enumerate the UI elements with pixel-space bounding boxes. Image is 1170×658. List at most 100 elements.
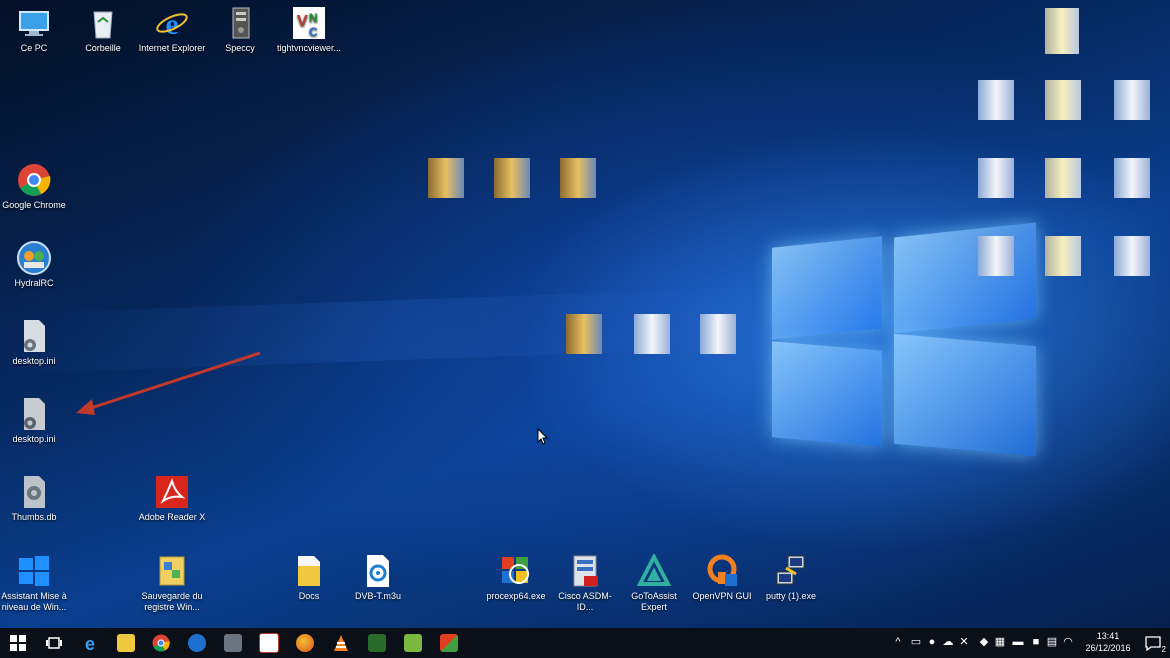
windows-logo-icon (17, 554, 51, 588)
settings-file-icon (17, 397, 51, 431)
registry-icon (155, 554, 189, 588)
start-button[interactable] (0, 628, 36, 658)
desktop[interactable]: Ce PC Corbeille e Internet Explorer Spec… (0, 0, 1170, 628)
taskbar-teamviewer[interactable] (179, 628, 215, 658)
mouse-cursor-icon (537, 428, 549, 445)
taskbar-app-1[interactable] (215, 628, 251, 658)
notification-icon (1145, 636, 1161, 651)
icon-label: putty (1).exe (765, 591, 817, 601)
taskbar-app-3[interactable] (431, 628, 467, 658)
red-arrow-annotation (76, 351, 261, 415)
desktop-icon-desktop-ini-2[interactable]: desktop.ini (0, 397, 68, 445)
chrome-tray-icon[interactable]: ● (926, 636, 938, 648)
task-view-icon (46, 637, 62, 649)
desktop-icon-speccy[interactable]: Speccy (206, 6, 274, 54)
vnc-icon (259, 633, 279, 653)
adobe-reader-icon (155, 475, 189, 509)
app-icon (440, 634, 458, 652)
desktop-icon-docs[interactable]: Docs (275, 554, 343, 602)
taskbar-vlc[interactable] (323, 628, 359, 658)
icon-label: desktop.ini (12, 356, 56, 366)
clock-time: 13:41 (1096, 631, 1120, 641)
icon-label: desktop.ini (12, 434, 56, 444)
svg-text:C: C (309, 25, 318, 39)
hydralrc-icon (17, 241, 51, 275)
desktop-icon-desktop-ini-1[interactable]: desktop.ini (0, 319, 68, 367)
app-icon (368, 634, 386, 652)
settings-file-icon (17, 475, 51, 509)
desktop-icon-gotoassist[interactable]: GoToAssist Expert (620, 552, 688, 613)
chevron-up-icon[interactable]: ^ (892, 636, 904, 648)
desktop-icon-tightvnc[interactable]: VNC tightvncviewer... (275, 6, 343, 54)
folder-icon (292, 554, 326, 588)
network-icon[interactable]: ▦ (994, 636, 1006, 648)
desktop-icon-corbeille[interactable]: Corbeille (69, 6, 137, 54)
vnc-icon: VNC (292, 6, 326, 40)
desktop-icon-google-chrome[interactable]: Google Chrome (0, 163, 68, 211)
icon-label: Ce PC (20, 43, 48, 53)
svg-text:e: e (165, 8, 178, 40)
desktop-icon-thumbs-db[interactable]: Thumbs.db (0, 475, 68, 523)
desktop-icon-putty[interactable]: putty (1).exe (757, 554, 825, 602)
clock-date: 26/12/2016 (1085, 643, 1131, 653)
chrome-icon (17, 163, 51, 197)
app-tray-icon[interactable]: ■ (1030, 636, 1042, 648)
taskbar-app-2[interactable] (359, 628, 395, 658)
settings-file-icon (17, 319, 51, 353)
icon-label: tightvncviewer... (276, 43, 342, 53)
internet-explorer-icon: e (155, 6, 189, 41)
desktop-icon-procexp[interactable]: procexp64.exe (482, 554, 550, 602)
icon-label: GoToAssist Expert (631, 591, 677, 612)
icon-label: Docs (298, 591, 320, 601)
openvpn-icon (705, 554, 739, 588)
chart-tray-icon[interactable]: ▤ (1046, 636, 1058, 648)
cisco-asdm-icon (568, 554, 602, 588)
icon-label: Sauvegarde du registre Win... (141, 591, 203, 612)
icon-label: Cisco ASDM-ID... (558, 591, 612, 612)
taskbar-edge[interactable]: e (72, 628, 108, 658)
onedrive-icon[interactable]: ☁ (942, 636, 954, 648)
vlc-icon (334, 635, 348, 651)
process-explorer-icon (499, 554, 533, 588)
teamviewer-icon (188, 634, 206, 652)
volume-muted-icon[interactable]: ✕ (958, 636, 970, 648)
chrome-icon (152, 634, 170, 652)
icon-label: Google Chrome (2, 200, 66, 210)
taskbar-chrome[interactable] (143, 628, 179, 658)
desktop-icon-openvpn[interactable]: OpenVPN GUI (688, 554, 756, 602)
task-view-button[interactable] (36, 628, 72, 658)
icon-label: Speccy (225, 43, 255, 53)
battery-icon[interactable]: ▬ (1012, 636, 1024, 648)
desktop-icon-ce-pc[interactable]: Ce PC (0, 6, 68, 54)
keyboard-icon[interactable]: ▭ (910, 636, 922, 648)
wifi-icon[interactable]: ◠ (1062, 636, 1074, 648)
icon-label: Thumbs.db (11, 512, 57, 522)
svg-text:e: e (85, 634, 95, 652)
icon-label: procexp64.exe (486, 591, 546, 601)
action-center-button[interactable]: 2 (1136, 628, 1170, 658)
gotoassist-icon (636, 552, 672, 588)
icon-label: Internet Explorer (138, 43, 206, 53)
desktop-icon-assistant-mise-a-niveau[interactable]: Assistant Mise à niveau de Win... (0, 554, 68, 613)
recycle-bin-icon (86, 6, 120, 40)
app-icon (224, 634, 242, 652)
icon-label: Assistant Mise à niveau de Win... (1, 591, 67, 612)
shield-icon[interactable]: ◆ (978, 636, 990, 648)
desktop-icon-hydralrc[interactable]: HydralRC (0, 241, 68, 289)
icon-label: Adobe Reader X (138, 512, 206, 522)
clock[interactable]: 13:41 26/12/2016 (1082, 630, 1134, 654)
taskbar-firefox[interactable] (287, 628, 323, 658)
computer-icon (17, 6, 51, 40)
desktop-icon-adobe-reader[interactable]: Adobe Reader X (138, 475, 206, 523)
desktop-icon-internet-explorer[interactable]: e Internet Explorer (138, 6, 206, 54)
desktop-icon-dvb-t[interactable]: DVB-T.m3u (344, 554, 412, 602)
firefox-icon (296, 634, 314, 652)
taskbar-file-explorer[interactable] (108, 628, 144, 658)
taskbar-notepad[interactable] (395, 628, 431, 658)
svg-text:N: N (309, 11, 318, 25)
desktop-icon-cisco-asdm[interactable]: Cisco ASDM-ID... (551, 554, 619, 613)
taskbar-vnc[interactable] (251, 628, 287, 658)
windows-start-icon (10, 635, 26, 651)
edge-icon: e (85, 634, 95, 652)
desktop-icon-sauvegarde-registre[interactable]: Sauvegarde du registre Win... (138, 554, 206, 613)
